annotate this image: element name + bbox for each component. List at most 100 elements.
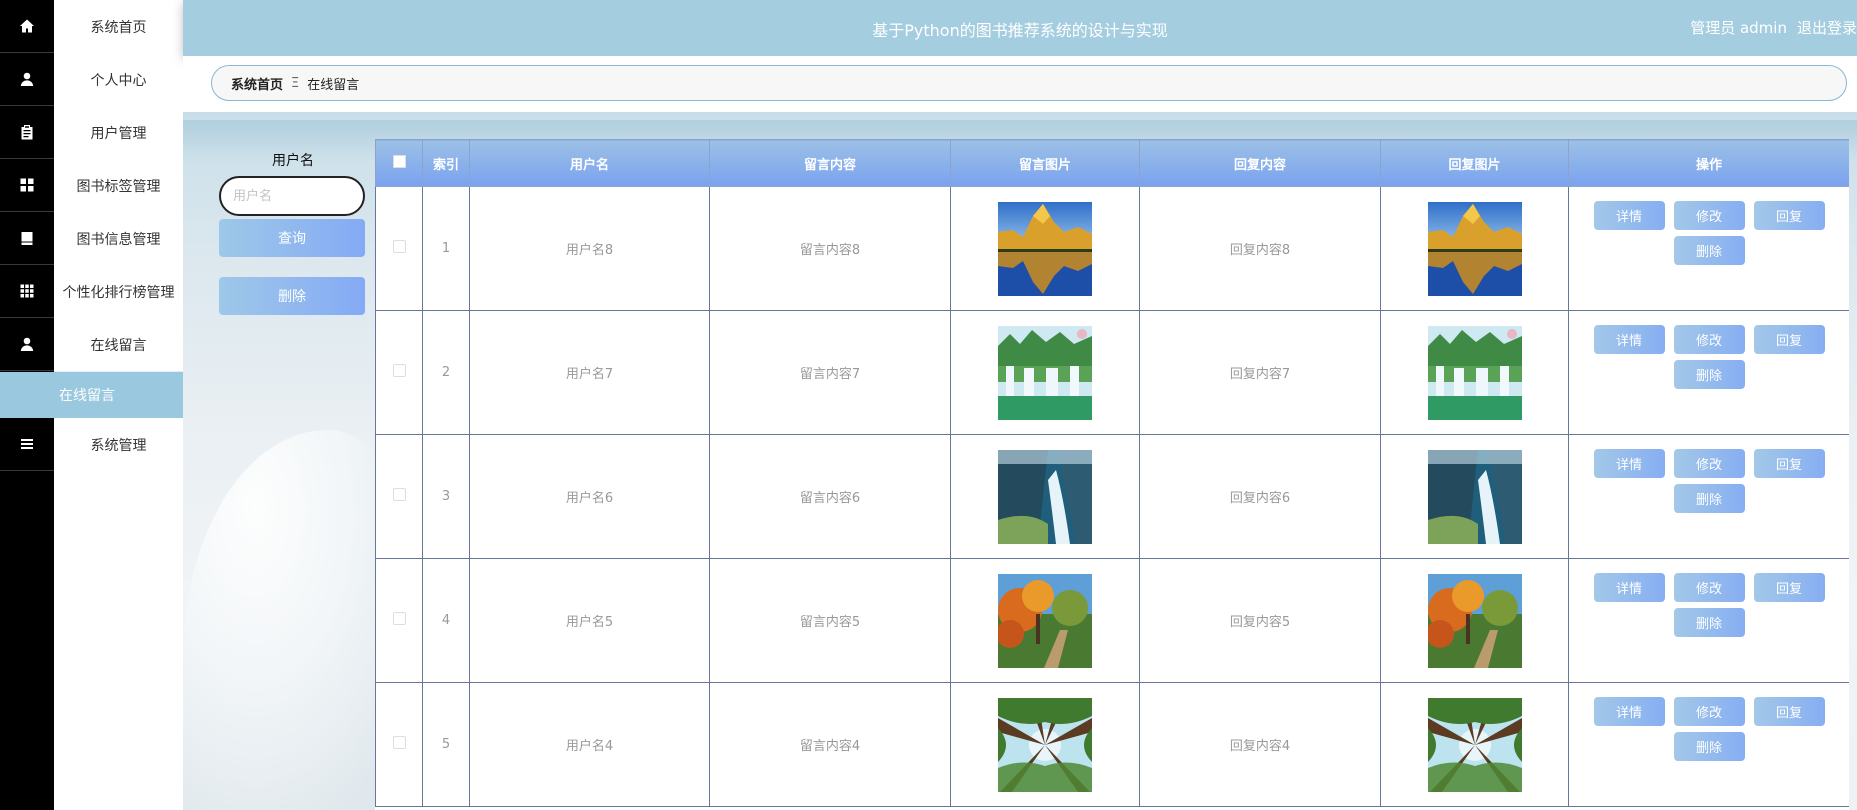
grid-icon bbox=[0, 159, 54, 212]
row-checkbox-cell[interactable] bbox=[375, 186, 423, 311]
message-image[interactable] bbox=[998, 449, 1092, 544]
reply-image[interactable] bbox=[1427, 573, 1522, 668]
reply-button[interactable]: 回复 bbox=[1753, 572, 1825, 602]
delete-button[interactable]: 删除 bbox=[1673, 483, 1745, 513]
sidebar-item-messages[interactable]: 在线留言 bbox=[0, 318, 183, 371]
delete-button[interactable]: 删除 bbox=[1673, 359, 1745, 389]
sidebar-item-label: 个人中心 bbox=[54, 53, 183, 106]
row-checkbox[interactable] bbox=[392, 736, 406, 749]
delete-button[interactable]: 删除 bbox=[1673, 731, 1745, 761]
row-actions: 详情 修改 回复 删除 bbox=[1589, 572, 1829, 637]
cell-actions: 详情 修改 回复 删除 bbox=[1568, 682, 1849, 807]
sidebar-item-book-tags[interactable]: 图书标签管理 bbox=[0, 159, 183, 212]
reply-image[interactable] bbox=[1427, 449, 1522, 544]
column-header-image: 留言图片 bbox=[950, 139, 1140, 187]
sidebar-item-system[interactable]: 系统管理 bbox=[0, 418, 183, 471]
message-table: 索引 用户名 留言内容 留言图片 回复内容 回复图片 操作 1 用户名8 留言内容8… bbox=[375, 139, 1849, 807]
cell-content: 留言内容8 bbox=[709, 186, 951, 311]
reply-button[interactable]: 回复 bbox=[1753, 200, 1825, 230]
select-all-checkbox-cell[interactable] bbox=[375, 139, 423, 187]
message-image[interactable] bbox=[998, 573, 1092, 668]
sidebar-background bbox=[54, 471, 183, 810]
table-row: 4 用户名5 留言内容5 回复内容5 详情 修改 回复 删除 bbox=[375, 558, 1849, 683]
table-header-row: 索引 用户名 留言内容 留言图片 回复内容 回复图片 操作 bbox=[375, 139, 1849, 187]
cell-actions: 详情 修改 回复 删除 bbox=[1568, 558, 1849, 683]
edit-button[interactable]: 修改 bbox=[1673, 572, 1745, 602]
cell-username: 用户名5 bbox=[469, 558, 710, 683]
cell-content: 留言内容7 bbox=[709, 310, 951, 435]
apps-icon bbox=[0, 265, 54, 318]
detail-button[interactable]: 详情 bbox=[1593, 324, 1665, 354]
breadcrumb-home[interactable]: 系统首页 bbox=[231, 74, 283, 93]
cell-reply: 回复内容5 bbox=[1139, 558, 1381, 683]
search-username-input[interactable] bbox=[219, 176, 365, 216]
cell-image bbox=[950, 434, 1140, 559]
message-image[interactable] bbox=[998, 697, 1092, 792]
reply-button[interactable]: 回复 bbox=[1753, 448, 1825, 478]
sidebar-item-ranking[interactable]: 个性化排行榜管理 bbox=[0, 265, 183, 318]
sidebar-item-profile[interactable]: 个人中心 bbox=[0, 53, 183, 106]
row-checkbox-cell[interactable] bbox=[375, 682, 423, 807]
sidebar-item-label: 个性化排行榜管理 bbox=[54, 265, 183, 318]
sidebar-item-label: 系统首页 bbox=[54, 0, 183, 53]
cell-image bbox=[950, 558, 1140, 683]
cell-username: 用户名6 bbox=[469, 434, 710, 559]
message-image[interactable] bbox=[998, 201, 1092, 296]
sidebar-item-label: 用户管理 bbox=[54, 106, 183, 159]
delete-button[interactable]: 删除 bbox=[1673, 607, 1745, 637]
reply-button[interactable]: 回复 bbox=[1753, 324, 1825, 354]
message-image[interactable] bbox=[998, 325, 1092, 420]
cell-image bbox=[950, 186, 1140, 311]
column-header-reply: 回复内容 bbox=[1139, 139, 1381, 187]
sidebar-item-users[interactable]: 用户管理 bbox=[0, 106, 183, 159]
book-icon bbox=[0, 212, 54, 265]
reply-image[interactable] bbox=[1427, 697, 1522, 792]
breadcrumb: 系统首页 Ξ 在线留言 bbox=[211, 65, 1847, 101]
breadcrumb-current: 在线留言 bbox=[307, 77, 360, 93]
edit-button[interactable]: 修改 bbox=[1673, 448, 1745, 478]
row-checkbox-cell[interactable] bbox=[375, 310, 423, 435]
cell-reply: 回复内容6 bbox=[1139, 434, 1381, 559]
current-user-label[interactable]: 管理员 admin bbox=[1690, 17, 1787, 38]
table-row: 1 用户名8 留言内容8 回复内容8 详情 修改 回复 删除 bbox=[375, 186, 1849, 311]
sidebar-subitem-messages[interactable]: 在线留言 bbox=[0, 372, 183, 418]
column-header-reply-image: 回复图片 bbox=[1380, 139, 1569, 187]
detail-button[interactable]: 详情 bbox=[1593, 448, 1665, 478]
edit-button[interactable]: 修改 bbox=[1673, 200, 1745, 230]
detail-button[interactable]: 详情 bbox=[1593, 696, 1665, 726]
row-checkbox[interactable] bbox=[392, 364, 406, 377]
logout-link[interactable]: 退出登录 bbox=[1797, 17, 1857, 38]
select-all-checkbox[interactable] bbox=[392, 154, 406, 168]
cell-reply-image bbox=[1380, 186, 1569, 311]
detail-button[interactable]: 详情 bbox=[1593, 200, 1665, 230]
batch-delete-button[interactable]: 删除 bbox=[219, 277, 365, 315]
row-actions: 详情 修改 回复 删除 bbox=[1589, 696, 1829, 761]
column-header-index: 索引 bbox=[422, 139, 470, 187]
row-actions: 详情 修改 回复 删除 bbox=[1589, 448, 1829, 513]
delete-button[interactable]: 删除 bbox=[1673, 235, 1745, 265]
reply-image[interactable] bbox=[1427, 325, 1522, 420]
sidebar-item-home[interactable]: 系统首页 bbox=[0, 0, 183, 53]
edit-button[interactable]: 修改 bbox=[1673, 696, 1745, 726]
cell-reply: 回复内容8 bbox=[1139, 186, 1381, 311]
reply-image[interactable] bbox=[1427, 201, 1522, 296]
column-header-username: 用户名 bbox=[469, 139, 710, 187]
cell-actions: 详情 修改 回复 删除 bbox=[1568, 186, 1849, 311]
row-checkbox[interactable] bbox=[392, 612, 406, 625]
row-checkbox-cell[interactable] bbox=[375, 558, 423, 683]
edit-button[interactable]: 修改 bbox=[1673, 324, 1745, 354]
cell-reply-image bbox=[1380, 434, 1569, 559]
sidebar-item-book-info[interactable]: 图书信息管理 bbox=[0, 212, 183, 265]
table-row: 5 用户名4 留言内容4 回复内容4 详情 修改 回复 删除 bbox=[375, 682, 1849, 807]
cell-index: 1 bbox=[422, 186, 470, 311]
sidebar-item-label: 图书标签管理 bbox=[54, 159, 183, 212]
query-button[interactable]: 查询 bbox=[219, 219, 365, 257]
row-checkbox[interactable] bbox=[392, 240, 406, 253]
row-checkbox-cell[interactable] bbox=[375, 434, 423, 559]
detail-button[interactable]: 详情 bbox=[1593, 572, 1665, 602]
reply-button[interactable]: 回复 bbox=[1753, 696, 1825, 726]
user-area: 管理员 admin 退出登录 bbox=[1690, 17, 1857, 38]
row-checkbox[interactable] bbox=[392, 488, 406, 501]
search-username-label: 用户名 bbox=[272, 153, 314, 169]
sidebar-item-label: 系统管理 bbox=[54, 418, 183, 471]
